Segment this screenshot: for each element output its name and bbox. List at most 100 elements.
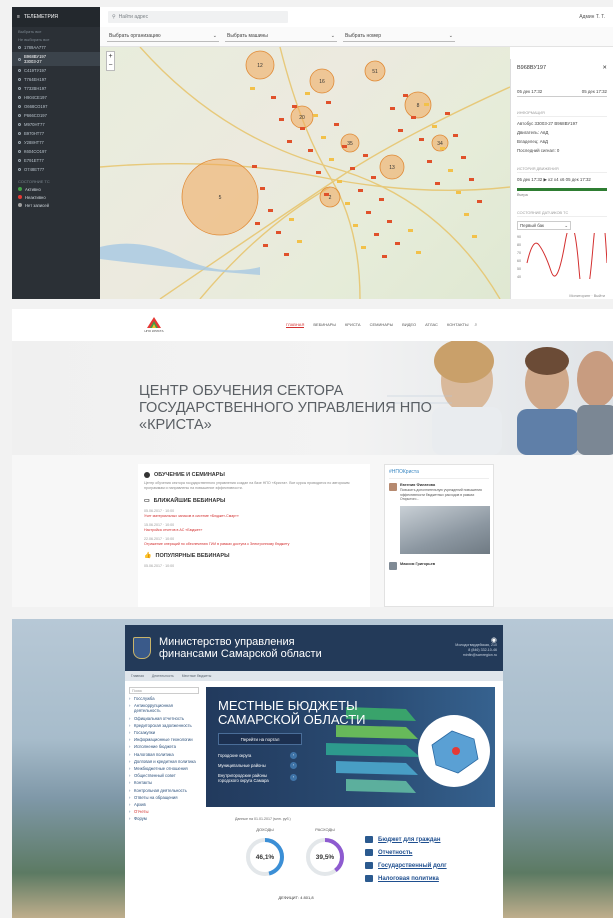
date-to[interactable]: 05 дек 17:32 bbox=[582, 89, 607, 94]
vehicle-marker[interactable] bbox=[464, 213, 469, 216]
arrow-icon[interactable]: › bbox=[290, 752, 297, 759]
vehicle-marker[interactable] bbox=[350, 167, 355, 170]
zoom-out-button[interactable]: − bbox=[107, 61, 114, 70]
vehicle-marker[interactable] bbox=[260, 187, 265, 190]
nav-item[interactable]: Атлас bbox=[425, 322, 438, 328]
vehicle-marker[interactable] bbox=[255, 222, 260, 225]
nav-item[interactable]: Криста bbox=[345, 322, 361, 328]
menu-item[interactable]: Исполнение бюджета bbox=[129, 744, 199, 749]
vehicle-item[interactable]: В968ВУ197 33003-27 bbox=[12, 52, 100, 66]
vehicle-marker[interactable] bbox=[324, 193, 329, 196]
vehicle-item[interactable]: В970НТ77 bbox=[12, 129, 100, 138]
vehicle-marker[interactable] bbox=[461, 156, 466, 159]
vehicle-item[interactable]: Т764ЕН197 bbox=[12, 75, 100, 84]
vehicle-marker[interactable] bbox=[316, 171, 321, 174]
vehicle-marker[interactable] bbox=[366, 211, 371, 214]
vehicle-item[interactable]: 1789AA777 bbox=[12, 43, 100, 52]
vehicle-item[interactable]: О668СО197 bbox=[12, 102, 100, 111]
banner-list-item[interactable]: Муниципальные районы bbox=[218, 763, 266, 768]
vehicle-marker[interactable] bbox=[252, 165, 257, 168]
coat-of-arms-icon[interactable] bbox=[133, 637, 151, 659]
vehicle-item[interactable]: Е791ЕТ77 bbox=[12, 156, 100, 165]
sidebar-header[interactable]: ≡ ТЕЛЕМЕТРИЯ bbox=[12, 7, 100, 27]
vehicle-marker[interactable] bbox=[387, 220, 392, 223]
nav-item[interactable]: Семинары bbox=[370, 322, 394, 328]
radio-icon[interactable] bbox=[18, 114, 21, 117]
vehicle-marker[interactable] bbox=[297, 240, 302, 243]
nav-item[interactable]: Контакты bbox=[447, 322, 469, 328]
vehicle-marker[interactable] bbox=[390, 107, 395, 110]
menu-item[interactable]: Информационные технологии bbox=[129, 737, 199, 742]
menu-item[interactable]: Контрольная деятельность bbox=[129, 788, 199, 793]
quick-link[interactable]: Бюджет для граждан bbox=[365, 833, 495, 846]
webinar-link[interactable]: Учет материальных запасов в системе «Бюд… bbox=[144, 514, 364, 518]
menu-item[interactable]: Госслужба bbox=[129, 696, 199, 701]
vehicle-marker[interactable] bbox=[292, 105, 297, 108]
search-input[interactable]: Поиск bbox=[129, 687, 199, 694]
breadcrumb-item[interactable]: Деятельность bbox=[152, 674, 174, 678]
vehicle-marker[interactable] bbox=[268, 209, 273, 212]
radio-icon[interactable] bbox=[18, 105, 21, 108]
radio-icon[interactable] bbox=[18, 132, 21, 135]
vehicle-marker[interactable] bbox=[263, 244, 268, 247]
vehicle-marker[interactable] bbox=[374, 233, 379, 236]
date-from[interactable]: 05 дек 17:32 bbox=[517, 89, 542, 94]
avatar[interactable] bbox=[389, 561, 397, 570]
vehicle-marker[interactable] bbox=[469, 178, 474, 181]
contact-email[interactable]: minfin@samregion.ru bbox=[455, 653, 497, 658]
vehicle-marker[interactable] bbox=[448, 169, 453, 172]
vehicle-marker[interactable] bbox=[321, 136, 326, 139]
vehicle-marker[interactable] bbox=[435, 182, 440, 185]
radio-icon[interactable] bbox=[18, 150, 21, 153]
vehicle-marker[interactable] bbox=[363, 154, 368, 157]
quick-link[interactable]: Налоговая политика bbox=[365, 872, 495, 885]
radio-icon[interactable] bbox=[18, 78, 21, 81]
radio-icon[interactable] bbox=[18, 96, 21, 99]
vehicle-marker[interactable] bbox=[419, 138, 424, 141]
vehicle-marker[interactable] bbox=[445, 112, 450, 115]
vehicle-marker[interactable] bbox=[472, 235, 477, 238]
radio-icon[interactable] bbox=[18, 168, 21, 171]
vehicle-item[interactable]: М970НТ77 bbox=[12, 120, 100, 129]
menu-item[interactable]: Архив bbox=[129, 802, 199, 807]
number-select[interactable]: Выбрать номер ⌄ bbox=[343, 31, 455, 42]
map[interactable]: 12 16 51 8 20 35 13 34 5 2 + − bbox=[100, 47, 510, 299]
vehicle-item[interactable]: О748ЕТ77 bbox=[12, 165, 100, 174]
local-budgets-banner[interactable]: МЕСТНЫЕ БЮДЖЕТЫ САМАРСКОЙ ОБЛАСТИ Перейт… bbox=[206, 687, 495, 807]
vehicle-marker[interactable] bbox=[329, 158, 334, 161]
vehicle-marker[interactable] bbox=[411, 116, 416, 119]
vehicle-marker[interactable] bbox=[279, 118, 284, 121]
vehicle-marker[interactable] bbox=[305, 92, 310, 95]
status-legend-item[interactable]: Активно bbox=[12, 185, 100, 193]
vehicle-item[interactable]: Т732ВН197 bbox=[12, 84, 100, 93]
arrow-icon[interactable]: › bbox=[290, 762, 297, 769]
tweet-author[interactable]: Евгения Филатова bbox=[400, 483, 489, 487]
vehicle-marker[interactable] bbox=[382, 255, 387, 258]
radio-icon[interactable] bbox=[18, 46, 21, 49]
twitter-title[interactable]: #НПОКриста bbox=[389, 469, 489, 479]
menu-item[interactable]: Госзакупки bbox=[129, 730, 199, 735]
zoom-in-button[interactable]: + bbox=[107, 52, 114, 61]
address-search[interactable]: ⚲ Найти адрес bbox=[108, 11, 288, 23]
menu-item[interactable]: Отчеты bbox=[129, 809, 199, 814]
menu-item[interactable]: Межбюджетные отношения bbox=[129, 766, 199, 771]
breadcrumb-item[interactable]: Местные бюджеты bbox=[182, 674, 212, 678]
user-name[interactable]: Админ Т. Т. bbox=[579, 14, 605, 20]
vehicle-marker[interactable] bbox=[379, 198, 384, 201]
nav-item[interactable]: Вебинары bbox=[313, 322, 336, 328]
vehicle-marker[interactable] bbox=[337, 180, 342, 183]
map-canvas[interactable]: 12 16 51 8 20 35 13 34 5 2 bbox=[100, 47, 510, 299]
avatar[interactable] bbox=[389, 483, 397, 491]
vehicle-marker[interactable] bbox=[276, 231, 281, 234]
search-icon[interactable]: ⌕ bbox=[475, 322, 478, 328]
arrow-icon[interactable]: › bbox=[290, 774, 297, 781]
vehicle-marker[interactable] bbox=[424, 103, 429, 106]
vehicle-item[interactable]: У288НТ77 bbox=[12, 138, 100, 147]
vehicle-marker[interactable] bbox=[287, 140, 292, 143]
vehicle-marker[interactable] bbox=[300, 127, 305, 130]
menu-item[interactable]: Антикоррупционная деятельность bbox=[129, 703, 199, 713]
vehicle-marker[interactable] bbox=[456, 191, 461, 194]
nav-item[interactable]: Видео bbox=[402, 322, 416, 328]
vehicle-marker[interactable] bbox=[477, 200, 482, 203]
vehicle-marker[interactable] bbox=[408, 229, 413, 232]
